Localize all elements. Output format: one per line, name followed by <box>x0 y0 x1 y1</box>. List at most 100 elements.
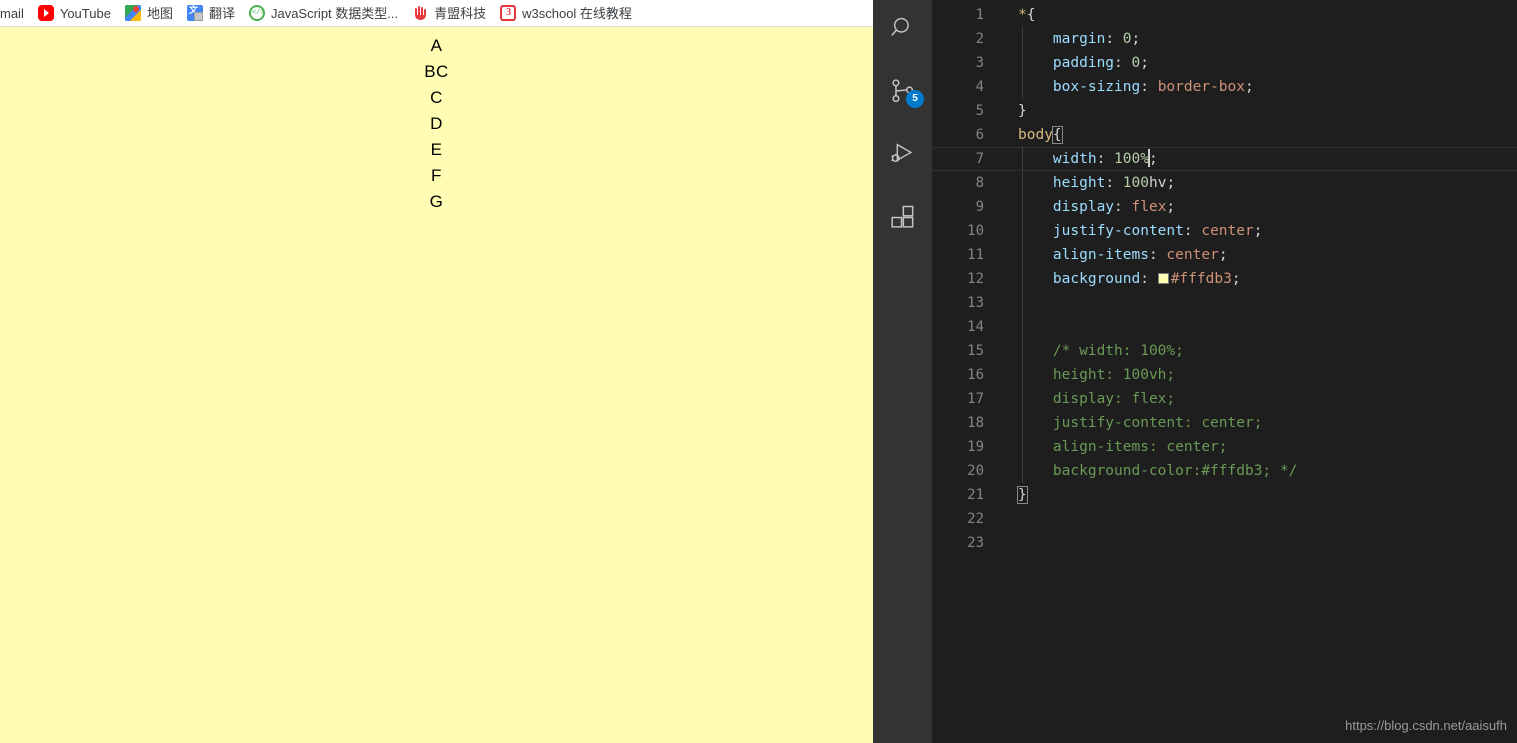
activity-bar-item-source-control[interactable]: 5 <box>873 67 932 115</box>
line-number: 19 <box>967 439 984 455</box>
line-number: 21 <box>967 487 984 503</box>
bookmark-item-mail[interactable]: mail <box>0 0 31 27</box>
line-content: justify-content: center; <box>1052 223 1263 239</box>
bookmark-label: w3school 在线教程 <box>522 5 632 21</box>
youtube-icon <box>37 5 54 21</box>
vscode-window: 5 1 *{2 margin: 0; 3 padding: 0; 4 box-… <box>873 0 1517 743</box>
bookmark-label: YouTube <box>59 5 111 21</box>
line-number: 3 <box>975 55 984 71</box>
bookmark-label: mail <box>0 5 24 21</box>
activity-bar-item-search[interactable] <box>873 4 932 52</box>
w3school-icon <box>500 5 517 21</box>
line-content: justify-content: center; <box>1018 415 1263 431</box>
list-item: BC <box>424 62 449 81</box>
line-number: 9 <box>975 199 984 215</box>
line-number: 12 <box>967 271 984 287</box>
code-line[interactable]: 22 <box>932 507 1517 531</box>
code-line[interactable]: 3 padding: 0; <box>932 51 1517 75</box>
extensions-icon <box>890 204 916 230</box>
line-number: 1 <box>975 7 984 23</box>
bookmark-item-qingmeng[interactable]: 青盟科技 <box>405 0 493 27</box>
bookmarks-bar: mail YouTube 地图 文 翻译 JavaScript 数 <box>0 0 873 27</box>
code-line[interactable]: 17 display: flex; <box>932 387 1517 411</box>
line-number: 4 <box>975 79 984 95</box>
bookmark-label: JavaScript 数据类型... <box>270 5 399 21</box>
list-item: E <box>430 140 443 159</box>
activity-bar-item-run-and-debug[interactable] <box>873 130 932 178</box>
list-item: F <box>431 166 442 185</box>
code-line[interactable]: 2 margin: 0; <box>932 27 1517 51</box>
code-line[interactable]: 14 <box>932 315 1517 339</box>
line-content: } <box>1017 483 1028 507</box>
code-line[interactable]: 18 justify-content: center; <box>932 411 1517 435</box>
code-line[interactable]: 8 height: 100hv; <box>932 171 1517 195</box>
bookmark-item-maps[interactable]: 地图 <box>118 0 180 27</box>
bookmark-item-youtube[interactable]: YouTube <box>31 0 118 27</box>
line-content: height: 100vh; <box>1018 367 1176 383</box>
line-number: 18 <box>967 415 984 431</box>
activity-bar-item-extensions[interactable] <box>873 193 932 241</box>
code-line[interactable]: 20 background-color:#fffdb3; */ <box>932 459 1517 483</box>
google-maps-icon <box>124 5 141 21</box>
code-line[interactable]: 19 align-items: center; <box>932 435 1517 459</box>
code-line[interactable]: 16 height: 100vh; <box>932 363 1517 387</box>
line-number: 5 <box>975 103 984 119</box>
line-number: 22 <box>967 511 984 527</box>
bookmark-label: 翻译 <box>208 5 235 21</box>
line-content: /* width: 100%; <box>1018 343 1184 359</box>
code-line-active[interactable]: 7 width: 100%; <box>932 147 1517 171</box>
letters-list: A BC C D E F G <box>0 27 873 215</box>
watermark: https://blog.csdn.net/aaisufh <box>1345 718 1507 733</box>
code-line[interactable]: 6 body{ <box>932 123 1517 147</box>
code-line[interactable]: 1 *{ <box>932 3 1517 27</box>
javascript-tutorial-icon <box>248 5 265 21</box>
line-content: background: #fffdb3; <box>1052 271 1241 287</box>
code-line[interactable]: 15 /* width: 100%; <box>932 339 1517 363</box>
bookmark-item-javascript-tutorial[interactable]: JavaScript 数据类型... <box>242 0 405 27</box>
browser-window: mail YouTube 地图 文 翻译 JavaScript 数 <box>0 0 873 743</box>
line-content: margin: 0; <box>1052 31 1141 47</box>
google-translate-icon: 文 <box>186 5 203 21</box>
qingmeng-hand-icon <box>412 5 428 21</box>
code-line[interactable]: 12 background: #fffdb3; <box>932 267 1517 291</box>
line-number: 17 <box>967 391 984 407</box>
line-content: width: 100%; <box>1052 149 1158 167</box>
line-number: 14 <box>967 319 984 335</box>
line-content: } <box>1018 103 1027 119</box>
matching-bracket: } <box>1017 486 1028 504</box>
line-content: display: flex; <box>1052 199 1176 215</box>
code-line[interactable]: 4 box-sizing: border-box; <box>932 75 1517 99</box>
matching-bracket: { <box>1051 126 1063 144</box>
line-number: 8 <box>975 175 984 191</box>
code-line[interactable]: 9 display: flex; <box>932 195 1517 219</box>
line-number: 7 <box>975 151 984 167</box>
code-line[interactable]: 11 align-items: center; <box>932 243 1517 267</box>
code-line[interactable]: 13 <box>932 291 1517 315</box>
line-content: align-items: center; <box>1052 247 1228 263</box>
bookmark-item-translate[interactable]: 文 翻译 <box>180 0 242 27</box>
list-item: A <box>430 36 443 55</box>
line-content: background-color:#fffdb3; */ <box>1018 463 1298 479</box>
line-content: height: 100hv; <box>1052 175 1176 191</box>
line-content: padding: 0; <box>1052 55 1149 71</box>
line-number: 20 <box>967 463 984 479</box>
web-page-content: A BC C D E F G <box>0 27 873 743</box>
code-lines: 1 *{ 2 margin: 0; 3 padding: 0; 4 box-si… <box>932 0 1517 555</box>
line-number: 23 <box>967 535 984 551</box>
line-number: 6 <box>975 127 984 143</box>
code-line[interactable]: 21 } <box>932 483 1517 507</box>
screen: mail YouTube 地图 文 翻译 JavaScript 数 <box>0 0 1517 743</box>
list-item: D <box>430 114 443 133</box>
code-line[interactable]: 23 <box>932 531 1517 555</box>
code-editor[interactable]: 1 *{ 2 margin: 0; 3 padding: 0; 4 box-si… <box>932 0 1517 743</box>
run-and-debug-icon <box>889 141 916 168</box>
line-content: body{ <box>1018 126 1063 144</box>
indent-guide <box>1022 291 1023 315</box>
line-number: 11 <box>967 247 984 263</box>
line-number: 2 <box>975 31 984 47</box>
bookmark-item-w3school[interactable]: w3school 在线教程 <box>493 0 639 27</box>
activity-bar: 5 <box>873 0 932 743</box>
code-line[interactable]: 10 justify-content: center; <box>932 219 1517 243</box>
search-icon <box>890 15 916 41</box>
code-line[interactable]: 5 } <box>932 99 1517 123</box>
